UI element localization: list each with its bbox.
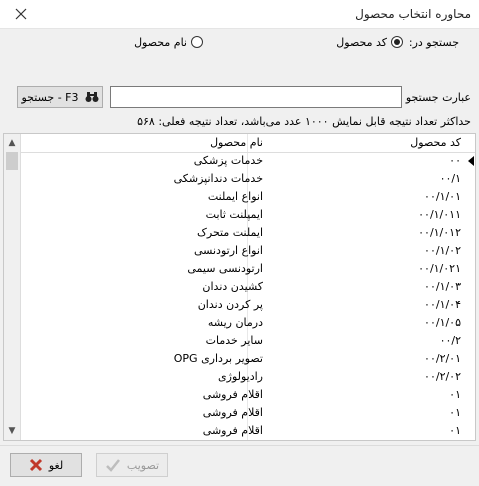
cell-product-code: ۰۱ [449,406,461,419]
table-row[interactable]: ۰۰/۱/۰۲ انواع ارتودنسی [21,242,475,260]
table-row[interactable]: ۰۰/۱/۰۱ انواع ایملنت [21,188,475,206]
cell-product-name: سایر خدمات [205,334,263,347]
search-input[interactable] [110,86,402,108]
cell-product-code: ۰۰/۱/۰۱ [424,190,461,203]
radio-product-code[interactable]: کد محصول [336,34,403,50]
cell-product-name: تصویر برداری OPG [173,352,263,365]
cell-product-code: ۰۱ [449,388,461,401]
cell-product-code: ۰۰/۲ [439,334,461,347]
window-title: محاوره انتخاب محصول [355,7,471,21]
table-row[interactable]: ۰۰ خدمات پزشکی [21,152,475,170]
checkmark-icon [106,459,120,472]
product-grid[interactable]: ▲ ▼ کد محصول نام محصول ۰۰ خدمات پزشکی ۰۰/۱… [3,133,476,441]
approve-button[interactable]: تصویب [96,453,168,477]
radio-product-name[interactable]: نام محصول [134,34,203,50]
table-row[interactable]: ۰۰/۲/۰۱ تصویر برداری OPG [21,350,475,368]
table-row[interactable]: ۰۰/۱/۰۵ درمان ریشه [21,314,475,332]
binoculars-icon [85,92,98,102]
footer-bar: لغو تصویب [0,445,479,486]
cell-product-code: ۰۰/۱/۰۵ [424,316,461,329]
table-row[interactable]: ۰۱ اقلام فروشی [21,422,475,440]
table-row[interactable]: ۰۰/۱/۰۳ کشیدن دندان [21,278,475,296]
cell-product-name: اقلام فروشی [202,424,263,437]
cell-product-name: کشیدن دندان [202,280,263,293]
cell-product-code: ۰۰/۱ [439,172,461,185]
header-code[interactable]: کد محصول [410,136,461,149]
cell-product-name: اقلام فروشی [202,406,263,419]
radio-code-dot[interactable] [391,36,403,48]
cell-product-name: ارتودنسی سیمی [187,262,263,275]
table-row[interactable]: ۰۰/۱ خدمات دندانپزشکی [21,170,475,188]
cancel-label: لغو [48,458,64,472]
search-button[interactable]: جستجو - F3 [17,86,103,108]
cell-product-code: ۰۰/۱/۰۲۱ [418,262,461,275]
cell-product-name: خدمات پزشکی [193,154,263,167]
radio-name-dot[interactable] [191,36,203,48]
approve-label: تصویب [126,458,160,472]
title-bar: محاوره انتخاب محصول [0,0,479,29]
cancel-button[interactable]: لغو [10,453,82,477]
scroll-down-icon[interactable]: ▼ [6,425,18,437]
cell-product-code: ۰۰/۱/۰۲ [424,244,461,257]
cell-product-name: انواع ارتودنسی [194,244,263,257]
cell-product-code: ۰۱ [449,424,461,437]
scroll-up-icon[interactable]: ▲ [6,137,18,149]
cell-product-name: پر کردن دندان [197,298,263,311]
table-row[interactable]: ۰۰/۱/۰۱۱ ایمپلنت ثابت [21,206,475,224]
search-button-label: جستجو - F3 [21,90,79,104]
cell-product-name: ایمپلنت ثابت [205,208,263,221]
cell-product-code: ۰۰/۲/۰۲ [424,370,461,383]
table-row[interactable]: ۰۰/۱/۰۲۱ ارتودنسی سیمی [21,260,475,278]
cell-product-name: درمان ریشه [207,316,263,329]
cell-product-code: ۰۰/۱/۰۴ [424,298,461,311]
cell-product-code: ۰۰ [449,154,461,167]
cell-product-name: رادیولوژی [218,370,263,383]
cell-product-code: ۰۰/۱/۰۳ [424,280,461,293]
cell-product-code: ۰۰/۲/۰۱ [424,352,461,365]
search-in-label: جستجو در: [408,36,459,49]
cell-product-name: خدمات دندانپزشکی [173,172,263,185]
scroll-thumb[interactable] [6,152,18,170]
close-icon [15,8,27,20]
table-header: کد محصول نام محصول [21,134,475,153]
header-name[interactable]: نام محصول [210,136,263,149]
cell-product-code: ۰۰/۱/۰۱۲ [418,226,461,239]
cancel-x-icon [29,458,42,472]
result-info: حداکثر تعداد نتیجه قابل نمایش ۱۰۰۰ عدد م… [137,115,471,128]
current-row-indicator-icon [468,156,474,166]
search-label: عبارت جستجو [405,91,471,104]
cell-product-name: انواع ایملنت [207,190,263,203]
table-row[interactable]: ۰۱ اقلام فروشی [21,404,475,422]
close-button[interactable] [10,3,32,25]
radio-name-label: نام محصول [134,35,187,49]
cell-product-name: ایملنت متحرک [197,226,263,239]
table-row[interactable]: ۰۰/۱/۰۱۲ ایملنت متحرک [21,224,475,242]
table-row[interactable]: ۰۰/۱/۰۴ پر کردن دندان [21,296,475,314]
table-row[interactable]: ۰۰/۲/۰۲ رادیولوژی [21,368,475,386]
cell-product-name: اقلام فروشی [202,388,263,401]
radio-code-label: کد محصول [336,35,387,49]
cell-product-code: ۰۰/۱/۰۱۱ [418,208,461,221]
vertical-scrollbar[interactable]: ▲ ▼ [4,134,21,440]
table-row[interactable]: ۰۱ اقلام فروشی [21,386,475,404]
table-row[interactable]: ۰۰/۲ سایر خدمات [21,332,475,350]
